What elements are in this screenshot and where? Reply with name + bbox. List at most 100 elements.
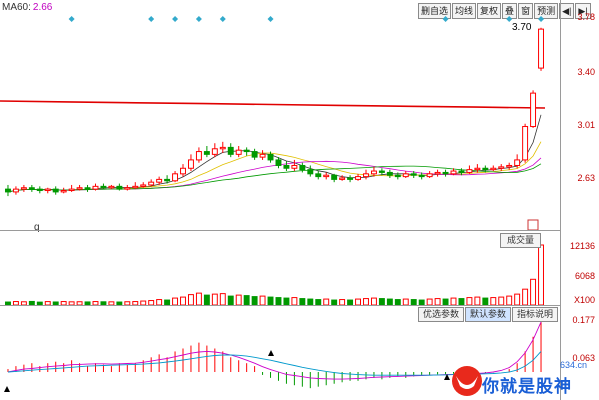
candle-body (291, 164, 298, 169)
candle-body (140, 184, 147, 187)
volume-bar (219, 293, 226, 306)
signal-arrow-icon (268, 350, 274, 356)
candle-body (219, 146, 226, 150)
candle-body (172, 173, 179, 182)
volume-axis-label: X100 (573, 295, 595, 305)
price-axis-label: 3.78 (577, 12, 595, 22)
volume-bar (195, 292, 202, 306)
volume-bar (291, 297, 298, 306)
volume-bar (490, 297, 497, 306)
candle-body (28, 187, 35, 190)
volume-bar (211, 293, 218, 306)
candle-body (370, 170, 377, 175)
candle-body (490, 167, 497, 171)
candle-body (156, 178, 163, 183)
candle-body (84, 187, 91, 190)
candle-body (100, 185, 107, 189)
stock-chart[interactable] (0, 0, 599, 400)
candle-body (211, 148, 218, 155)
event-marker-icon (442, 16, 449, 22)
candle-body (180, 167, 186, 175)
candle-body (378, 170, 385, 173)
volume-bar (474, 296, 481, 306)
candle-body (44, 188, 51, 192)
event-marker-icon (195, 16, 202, 22)
volume-bar (538, 244, 544, 306)
last-price-label: 3.70 (512, 22, 532, 33)
candle-body (426, 173, 433, 178)
candle-body (76, 187, 83, 190)
candle-body (267, 153, 274, 161)
q-marker: q (34, 222, 40, 233)
volume-bar (370, 297, 377, 306)
tab-indicator-help[interactable]: 指标说明 (512, 307, 559, 322)
candle-body (418, 174, 425, 178)
candle-body (315, 173, 322, 178)
candle-body (12, 188, 19, 193)
event-marker-icon (68, 16, 75, 22)
price-axis-label: 3.40 (577, 67, 595, 77)
candle-body (339, 177, 346, 180)
event-marker-icon (172, 16, 179, 22)
volume-bar (259, 295, 266, 306)
event-marker-icon (219, 16, 226, 22)
panel-divider (0, 230, 560, 231)
tab-default-params[interactable]: 默认参数 (465, 307, 512, 322)
candle-body (442, 171, 449, 175)
candle-body (235, 149, 242, 155)
axis-divider (560, 0, 561, 400)
event-marker-icon (538, 16, 545, 22)
candle-body (227, 146, 234, 155)
indicator-tabs: 优选参数 默认参数 指标说明 (418, 307, 559, 322)
candle-body (530, 92, 537, 128)
volume-bar (275, 297, 282, 306)
indicator-axis-label: 0.177 (572, 315, 595, 325)
volume-bar (514, 293, 521, 306)
candle-body (363, 173, 369, 178)
candle-body (60, 190, 67, 193)
volume-bar (506, 295, 513, 306)
tab-optimized-params[interactable]: 优选参数 (418, 307, 465, 322)
volume-bar (203, 294, 210, 306)
volume-bar (251, 296, 258, 306)
candle-body (307, 169, 314, 175)
candle-body (299, 164, 306, 171)
candle-body (195, 151, 202, 161)
candle-body (108, 185, 115, 189)
candle-body (402, 173, 409, 178)
candle-body (148, 181, 155, 186)
volume-axis-label: 12136 (569, 241, 595, 251)
candle-body (116, 185, 123, 190)
candle-body (506, 164, 513, 168)
candle-body (283, 164, 290, 169)
ma60-line (0, 100, 546, 109)
volume-axis-label: 6068 (574, 271, 595, 281)
event-marker-icon (267, 16, 274, 22)
candle-body (331, 174, 338, 180)
candle-body (203, 151, 210, 155)
candle-body (522, 126, 529, 161)
candle-body (386, 171, 393, 176)
watermark-url: 634.cn (560, 360, 588, 370)
candle-body (498, 166, 505, 169)
volume-bar (530, 278, 537, 306)
candle-body (410, 173, 417, 176)
volume-bar (243, 295, 250, 306)
candle-body (124, 187, 131, 190)
candle-body (355, 176, 362, 180)
candle-body (347, 177, 354, 180)
volume-selector-button[interactable]: 成交量 (500, 233, 542, 248)
candle-body (458, 170, 465, 173)
candle-body (394, 174, 401, 178)
candle-body (482, 167, 489, 171)
candle-body (323, 174, 330, 178)
volume-bar (267, 296, 274, 306)
candle-body (5, 188, 11, 193)
candle-body (164, 178, 171, 182)
candle-body (243, 149, 250, 153)
volume-bar (172, 297, 179, 306)
candle-body (20, 187, 27, 190)
candle-body (36, 188, 43, 192)
candle-body (259, 153, 266, 158)
event-marker-icon (148, 16, 155, 22)
